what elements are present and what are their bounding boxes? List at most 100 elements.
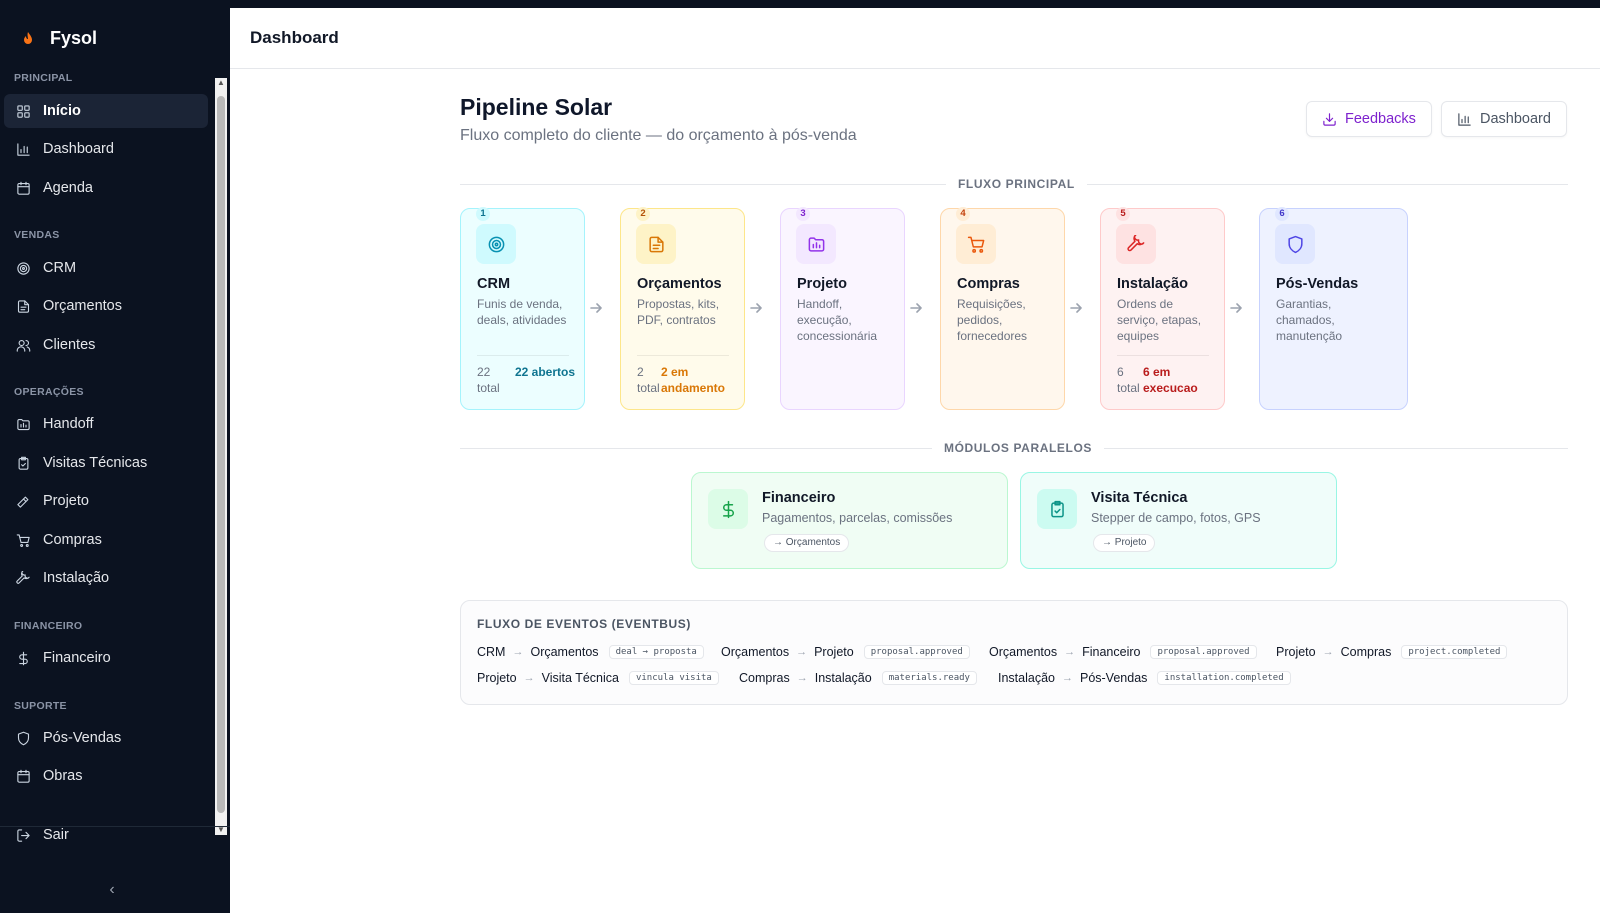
arrow-right-icon bbox=[590, 301, 602, 313]
sidebar-item-label: Clientes bbox=[43, 337, 96, 353]
arrow-right-icon: → bbox=[1061, 672, 1073, 684]
stage-icon-box bbox=[1275, 224, 1315, 264]
sidebar-item-dashboard[interactable]: Dashboard bbox=[4, 132, 208, 166]
sidebar-item-pos-vendas[interactable]: Pós-Vendas bbox=[4, 721, 208, 755]
sidebar-item-compras[interactable]: Compras bbox=[4, 523, 208, 557]
arrow-right-icon bbox=[1070, 301, 1082, 313]
stage-title: Pós-Vendas bbox=[1276, 276, 1359, 292]
cart-icon bbox=[967, 236, 984, 253]
event-from: Orçamentos bbox=[989, 645, 1058, 659]
sidebar-item-orcamentos[interactable]: Orçamentos bbox=[4, 289, 208, 323]
event-tag: vincula visita bbox=[628, 671, 719, 685]
cart-icon bbox=[16, 533, 30, 547]
stage-description: Requisições, pedidos, fornecedores bbox=[957, 297, 1028, 343]
stage-icon-box bbox=[796, 224, 836, 264]
arrow-right-icon bbox=[750, 301, 762, 313]
event-tag: deal → proposta bbox=[608, 645, 704, 659]
sidebar-item-crm[interactable]: CRM bbox=[4, 251, 208, 285]
arrow-right-icon: → bbox=[796, 646, 808, 658]
sidebar-item-label: Compras bbox=[43, 532, 102, 548]
logout-button[interactable]: Sair bbox=[4, 818, 208, 852]
page-title: Pipeline Solar bbox=[460, 94, 613, 120]
calendar-icon bbox=[17, 181, 30, 195]
event-flow-item: Compras → Instalação materials.ready bbox=[739, 671, 977, 685]
stage-number: 3 bbox=[796, 207, 810, 221]
document-icon bbox=[17, 299, 30, 313]
sidebar-item-inicio[interactable]: Início bbox=[4, 94, 208, 128]
brand[interactable]: Fysol bbox=[20, 28, 97, 49]
module-link-pill[interactable]: → Projeto bbox=[1093, 534, 1156, 552]
bar-chart-icon bbox=[1458, 112, 1471, 126]
sidebar-item-projeto[interactable]: Projeto bbox=[4, 484, 208, 518]
sidebar-item-handoff[interactable]: Handoff bbox=[4, 407, 208, 441]
event-flow-item: Projeto → Compras project.completed bbox=[1276, 645, 1508, 659]
sidebar-item-agenda[interactable]: Agenda bbox=[4, 171, 208, 205]
folder-icon bbox=[17, 418, 30, 430]
sidebar-nav: PRINCIPAL Início Dashboard Agenda VENDAS… bbox=[0, 68, 216, 828]
stage-card-projeto[interactable]: 3 Projeto Handoff, execução, concessioná… bbox=[780, 207, 905, 410]
scroll-up-arrow[interactable]: ▲ bbox=[217, 78, 225, 88]
window-top-strip bbox=[0, 0, 1600, 8]
sidebar-item-obras[interactable]: Obras bbox=[4, 759, 208, 793]
sidebar-scrollbar[interactable]: ▲ ▼ bbox=[215, 78, 227, 835]
eventbus-title: FLUXO DE EVENTOS (EVENTBUS) bbox=[477, 617, 692, 631]
shield-icon bbox=[1287, 235, 1303, 253]
users-icon bbox=[16, 339, 31, 352]
module-title: Financeiro bbox=[762, 490, 836, 506]
module-link-label: Projeto bbox=[1114, 537, 1147, 548]
sidebar-item-instalacao[interactable]: Instalação bbox=[4, 561, 208, 595]
feedbacks-button[interactable]: Feedbacks bbox=[1306, 101, 1432, 137]
dashboard-button[interactable]: Dashboard bbox=[1441, 101, 1567, 137]
flame-logo-icon bbox=[24, 31, 32, 44]
sidebar-item-label: Dashboard bbox=[43, 141, 114, 157]
event-to: Financeiro bbox=[1082, 645, 1141, 659]
stage-status: 22 abertos bbox=[515, 365, 576, 379]
page-subtitle: Fluxo completo do cliente — do orçamento… bbox=[460, 127, 857, 144]
stage-card-instalacao[interactable]: 5 Instalação Ordens de serviço, etapas, … bbox=[1100, 207, 1225, 410]
dollar-icon bbox=[19, 651, 28, 665]
collapse-sidebar-icon[interactable]: ‹ bbox=[104, 882, 120, 898]
section-operacoes: OPERAÇÕES bbox=[14, 386, 84, 398]
stage-card-orcamentos[interactable]: 2 Orçamentos Propostas, kits, PDF, contr… bbox=[620, 207, 745, 410]
wrench-icon bbox=[16, 570, 30, 584]
event-flow-item: CRM → Orçamentos deal → proposta bbox=[477, 645, 704, 659]
module-card-visita-tecnica[interactable]: Visita Técnica Stepper de campo, fotos, … bbox=[1020, 472, 1337, 569]
sidebar-item-financeiro[interactable]: Financeiro bbox=[4, 641, 208, 675]
clipboard-check-icon bbox=[1050, 500, 1064, 517]
event-to: Visita Técnica bbox=[541, 671, 619, 685]
download-icon bbox=[1323, 112, 1336, 126]
module-card-financeiro[interactable]: Financeiro Pagamentos, parcelas, comissõ… bbox=[691, 472, 1008, 569]
arrow-right-icon: → bbox=[512, 646, 524, 658]
folder-chart-icon bbox=[808, 236, 824, 252]
stage-divider bbox=[477, 355, 569, 356]
module-icon-box bbox=[1037, 489, 1077, 529]
app-name: Fysol bbox=[50, 28, 98, 48]
sidebar-item-clientes[interactable]: Clientes bbox=[4, 328, 208, 362]
module-link-pill[interactable]: → Orçamentos bbox=[764, 534, 850, 552]
stage-title: Instalação bbox=[1117, 276, 1188, 292]
stage-total: 22 total bbox=[477, 365, 500, 395]
eventbus-panel: FLUXO DE EVENTOS (EVENTBUS) CRM → Orçament… bbox=[460, 600, 1568, 705]
stage-total: 2 total bbox=[637, 365, 660, 395]
section-principal: PRINCIPAL bbox=[14, 72, 73, 84]
stage-card-compras[interactable]: 4 Compras Requisições, pedidos, forneced… bbox=[940, 207, 1065, 410]
hammer-icon bbox=[17, 496, 29, 508]
stage-card-crm[interactable]: 1 CRM Funis de venda, deals, atividades … bbox=[460, 207, 585, 410]
flow-label: FLUXO PRINCIPAL bbox=[946, 177, 1087, 191]
stage-title: Projeto bbox=[797, 276, 847, 292]
sidebar-item-visitas-tecnicas[interactable]: Visitas Técnicas bbox=[4, 446, 208, 480]
logout-icon bbox=[17, 828, 30, 842]
scrollbar-thumb[interactable] bbox=[217, 96, 225, 813]
arrow-right-icon: → bbox=[796, 672, 808, 684]
stage-divider bbox=[637, 355, 729, 356]
arrow-right-icon bbox=[910, 301, 922, 313]
stage-description: Ordens de serviço, etapas, equipes bbox=[1117, 297, 1202, 343]
section-vendas: VENDAS bbox=[14, 229, 60, 241]
logout-label: Sair bbox=[43, 827, 69, 843]
sidebar-item-label: Instalação bbox=[43, 570, 110, 586]
stage-card-pos-vendas[interactable]: 6 Pós-Vendas Garantias, chamados, manute… bbox=[1259, 207, 1408, 410]
event-from: Projeto bbox=[1276, 645, 1316, 659]
event-from: Instalação bbox=[998, 671, 1055, 685]
arrow-right-icon bbox=[1230, 301, 1242, 313]
event-from: Orçamentos bbox=[721, 645, 790, 659]
